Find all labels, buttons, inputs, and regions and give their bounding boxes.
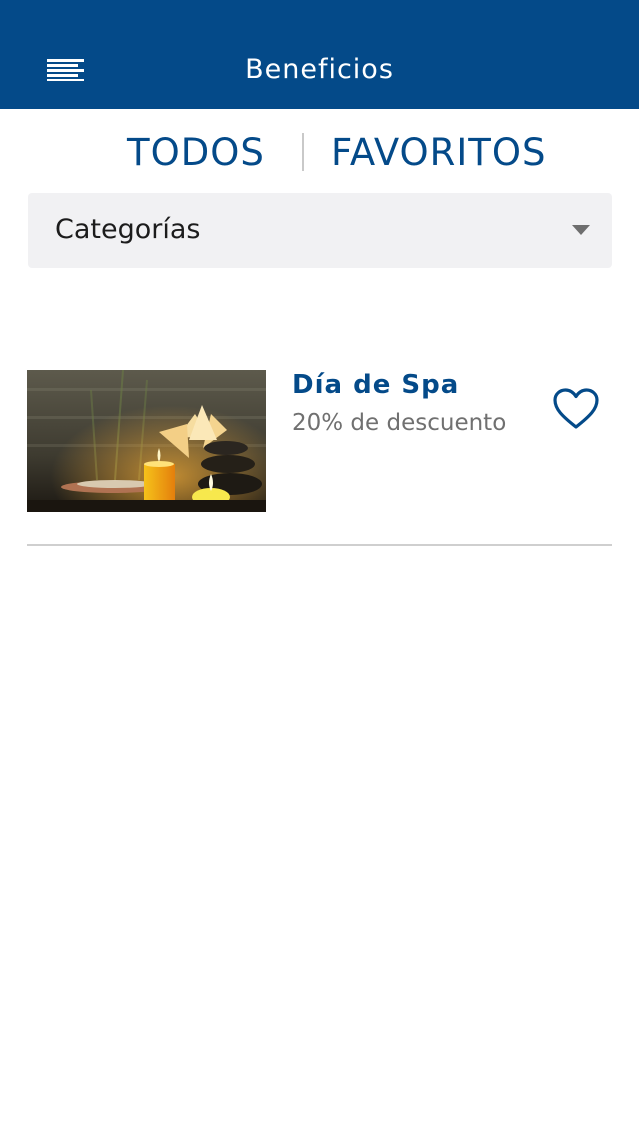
page-title: Beneficios	[245, 54, 394, 85]
category-selected-value: Categorías	[55, 214, 201, 245]
benefit-discount: 20% de descuento	[292, 410, 507, 436]
chevron-down-icon	[572, 225, 590, 235]
tab-favoritos[interactable]: FAVORITOS	[331, 129, 546, 177]
favorite-button[interactable]	[552, 387, 600, 431]
benefit-title: Día de Spa	[292, 370, 460, 400]
category-dropdown[interactable]: Categorías	[28, 193, 612, 268]
list-item[interactable]: Día de Spa 20% de descuento	[27, 370, 612, 512]
list-divider	[27, 544, 612, 546]
top-app-bar: Beneficios	[0, 0, 639, 109]
benefit-thumbnail	[27, 370, 266, 512]
tab-todos[interactable]: TODOS	[127, 129, 265, 177]
heart-outline-icon	[553, 388, 599, 429]
benefit-tabs: TODOS FAVORITOS	[0, 125, 639, 181]
app-screen: Beneficios TODOS FAVORITOS Categorías Dí…	[0, 0, 639, 1136]
tab-divider	[302, 133, 304, 171]
